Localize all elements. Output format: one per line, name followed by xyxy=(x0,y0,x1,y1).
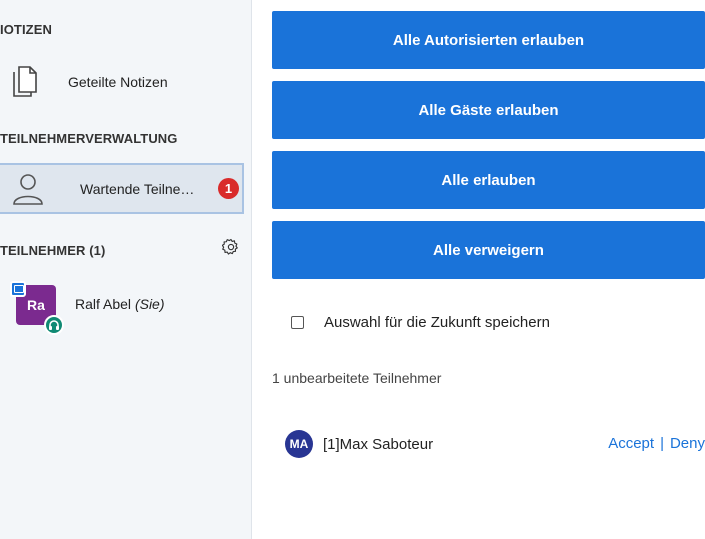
user-name-text: Ralf Abel xyxy=(75,296,132,312)
guest-list-item: MA [1]Max Saboteur Accept | Deny xyxy=(285,428,705,460)
waiting-count-badge: 1 xyxy=(218,178,239,199)
remember-checkbox[interactable] xyxy=(291,316,304,329)
document-icon xyxy=(13,66,37,97)
guest-avatar: MA xyxy=(285,430,313,458)
allow-all-button[interactable]: Alle erlauben xyxy=(272,151,705,209)
user-name: Ralf Abel (Sie) xyxy=(75,296,165,312)
guest-name: [1]Max Saboteur xyxy=(323,435,434,453)
user-outline-icon xyxy=(13,173,43,205)
action-separator: | xyxy=(660,435,664,452)
accept-link[interactable]: Accept xyxy=(608,435,654,452)
shared-notes-label: Geteilte Notizen xyxy=(68,74,168,90)
pending-count-label: 1 unbearbeitete Teilnehmer xyxy=(272,370,442,386)
headset-icon xyxy=(44,315,64,335)
waiting-users-label: Wartende Teilne… xyxy=(80,180,195,197)
users-section-title: TEILNEHMER (1) xyxy=(0,243,106,258)
management-section-title: TEILNEHMERVERWALTUNG xyxy=(0,131,178,146)
presenter-icon xyxy=(10,281,26,297)
deny-link[interactable]: Deny xyxy=(670,435,705,452)
headset-glyph xyxy=(49,320,59,330)
waiting-users-panel: Alle Autorisierten erlauben Alle Gäste e… xyxy=(253,0,705,539)
sidebar: IOTIZEN Geteilte Notizen TEILNEHMERVERWA… xyxy=(0,0,252,539)
allow-guests-button[interactable]: Alle Gäste erlauben xyxy=(272,81,705,139)
guest-actions: Accept | Deny xyxy=(608,435,705,452)
shared-notes-item[interactable]: Geteilte Notizen xyxy=(10,62,240,102)
remember-label: Auswahl für die Zukunft speichern xyxy=(324,314,550,331)
allow-authenticated-button[interactable]: Alle Autorisierten erlauben xyxy=(272,11,705,69)
remember-choice-option[interactable]: Auswahl für die Zukunft speichern xyxy=(291,314,550,331)
user-list-item[interactable]: Ra Ralf Abel (Sie) xyxy=(10,281,240,339)
waiting-users-item[interactable]: Wartende Teilne… 1 xyxy=(0,163,244,214)
self-tag: (Sie) xyxy=(134,296,165,312)
gear-icon[interactable] xyxy=(222,238,240,256)
notes-section-title: IOTIZEN xyxy=(0,22,52,37)
deny-all-button[interactable]: Alle verweigern xyxy=(272,221,705,279)
